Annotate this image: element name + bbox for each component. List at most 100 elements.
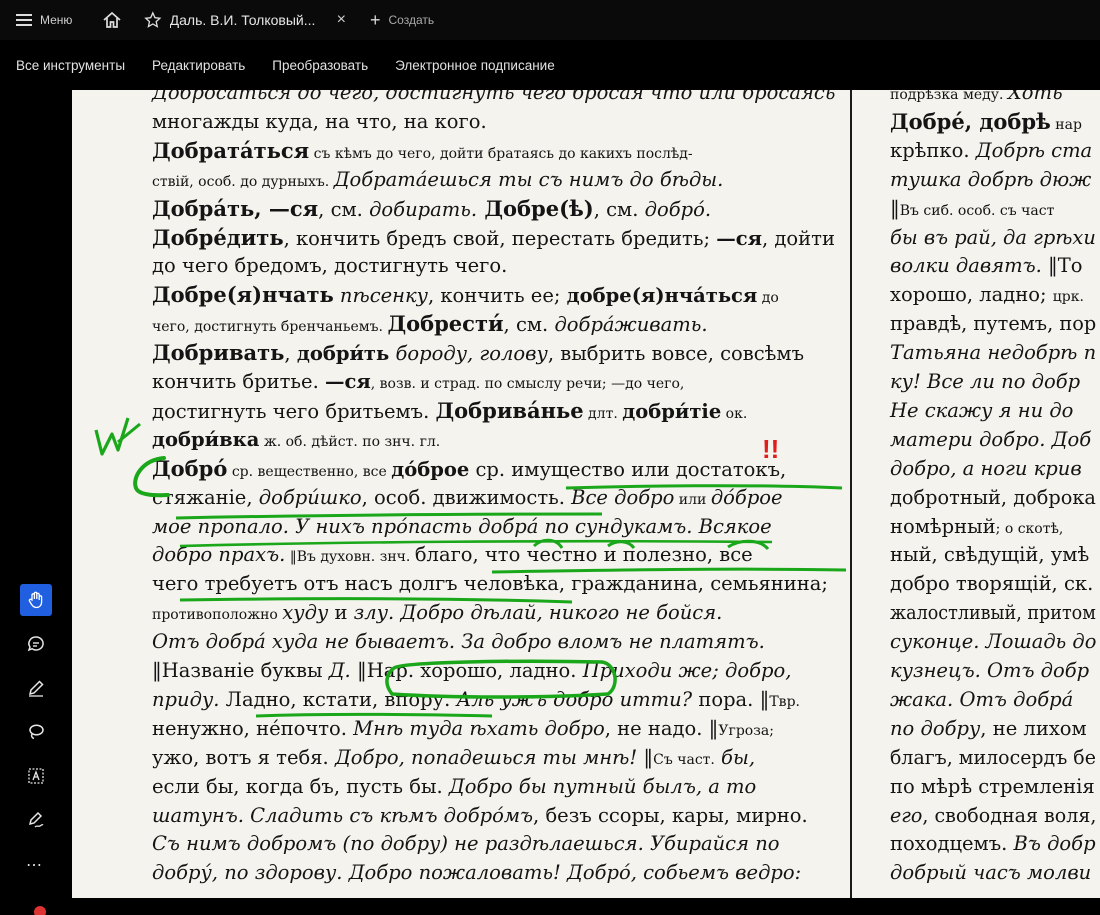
text-run: до (757, 290, 779, 307)
text-line: номѣрный; о скотѣ, (890, 512, 1063, 544)
ink-margin-mark (117, 422, 141, 444)
document-page: Добросаться до чего, достигнуть чего бро… (72, 90, 1100, 898)
text-run: до́брое (391, 457, 470, 481)
text-run: подрѣзка меду. (890, 90, 1008, 103)
text-run: , возв. и страд. по смыслу речи; —до чег… (370, 376, 685, 392)
text-run: добру́, по здорову. Добро пожаловать! До… (152, 861, 802, 885)
text-run: , см. (593, 197, 645, 221)
text-run: если бы, когда бъ, пусть бы. (152, 774, 449, 798)
text-run: добри́ть (296, 342, 390, 366)
text-line: добротный, доброка (890, 483, 1096, 512)
text-line: Добривать, добри́ть бороду, голову, выбр… (152, 338, 804, 368)
text-run: добрый часъ молви (890, 861, 1092, 885)
text-run: злу. Добро дѣлай, никого не бойся. (353, 601, 723, 625)
text-run: ствій, особ. до дурныхъ. (152, 173, 334, 190)
home-button[interactable] (90, 0, 134, 40)
text-run: Съ нимъ добромъ (по добру) не раздѣлаешь… (152, 832, 780, 856)
hand-tool-button[interactable] (20, 584, 52, 616)
text-line: добри́вка ж. об. дѣйст. по знч. гл. (152, 425, 440, 457)
text-run: до чего бредомъ, достигнуть чего. (152, 254, 508, 278)
text-run: чего, достигнуть бренчаньемъ. (152, 319, 388, 336)
text-run: , особ. движимость. (361, 485, 572, 509)
text-run: Угроза; (718, 722, 774, 739)
comment-tool-button[interactable] (20, 628, 52, 660)
text-run: , (284, 342, 297, 366)
text-run: , см. (503, 313, 555, 337)
text-run: кончить бритье. (152, 370, 325, 393)
text-run: ж. об. дѣйст. по знч. гл. (259, 433, 441, 450)
text-run: Татьяна недобрѣ п (890, 341, 1097, 365)
ink-margin-mark (94, 417, 130, 456)
text-run: съ кѣмъ до чего, дойти братаясь до каких… (309, 145, 693, 162)
text-line: Не скажу я ни до (890, 396, 1073, 425)
text-line: добру́, по здорову. Добро пожаловать! До… (152, 858, 801, 887)
text-run: добро, а ноги крив (890, 456, 1082, 480)
text-run: Добрата́ться (152, 137, 310, 163)
text-run: ‖Въ духовн. знч. (285, 549, 415, 566)
text-line: приду. Ладно, кстати, впору. Аль ужъ доб… (152, 685, 800, 717)
text-run: волки давятъ. (890, 254, 1042, 278)
text-run: , кончить бредъ свой, перестать бредить; (283, 226, 717, 250)
text-run: , кончить ее; (427, 284, 567, 308)
star-icon[interactable] (144, 11, 162, 29)
text-run: Въ сиб. (899, 202, 954, 219)
text-line: ‖Въ сиб. особ. съ част (890, 194, 1054, 226)
menu-button[interactable]: Меню (0, 0, 90, 40)
text-run: до́брое (710, 485, 783, 509)
text-line: ненужно, не́почто. Мнѣ туда ѣхать добро,… (152, 714, 774, 746)
more-tools-icon[interactable]: ⋯ (26, 855, 43, 875)
document-tab[interactable]: Даль. В.И. Толковый... × (134, 0, 356, 40)
text-line: шатунъ. Сладить съ кѣмъ добро́мъ, безъ с… (152, 801, 808, 830)
text-line: хорошо, ладно; црк. (890, 280, 1084, 312)
text-line: бы въ рай, да грѣхи (890, 223, 1096, 252)
text-run: ср. имущество или достатокъ, (469, 457, 787, 481)
lasso-tool-button[interactable] (20, 716, 52, 748)
left-tool-rail: ⋯ (0, 90, 72, 915)
sign-tool-button[interactable] (20, 804, 52, 836)
text-run: бы въ рай, да грѣхи (890, 225, 1096, 249)
text-box-tool-button[interactable] (20, 760, 52, 792)
text-run: или (674, 491, 711, 508)
plus-icon: + (370, 9, 381, 30)
menu-all-tools[interactable]: Все инструменты (16, 58, 125, 73)
text-line: если бы, когда бъ, пусть бы. Добро бы пу… (152, 772, 756, 801)
text-run: , выбрить вовсе, совсѣмъ (547, 342, 804, 366)
text-run: пѣсенку (333, 284, 428, 308)
text-run: ‖То (1041, 254, 1083, 278)
text-box-icon (28, 768, 44, 784)
text-run: шатунъ. Сладить съ кѣмъ добро́мъ (152, 803, 534, 827)
pencil-tool-button[interactable] (20, 672, 52, 704)
tab-bar: Меню Даль. В.И. Толковый... × + Создать (0, 0, 1100, 40)
text-run: ‖ (890, 196, 900, 220)
text-run: длт. (583, 405, 623, 422)
text-run: Съ част. (653, 751, 715, 768)
text-run: Добро́ (152, 455, 228, 481)
text-run: добре(я)нча́ться (566, 284, 758, 308)
create-button[interactable]: + Создать (370, 10, 434, 31)
text-line: чего требуетъ отъ насъ долгъ человѣка, г… (152, 569, 828, 598)
text-run: , см. (318, 197, 370, 221)
text-run: Отъ добра́ худа не бываетъ. За добро вло… (152, 630, 765, 654)
text-run: матери добро. Доб (890, 427, 1092, 451)
text-run: Д. (328, 659, 351, 682)
text-run: Аль ужъ добро итти? (456, 687, 693, 711)
text-run: благо, что честно и полезно, все (414, 543, 753, 567)
text-line: по мѣрѣ стремленія (890, 772, 1095, 801)
text-run: и (328, 601, 354, 625)
text-run: пора. ‖ (692, 687, 770, 711)
text-run: —ся (324, 370, 371, 393)
menu-edit[interactable]: Редактировать (152, 58, 245, 73)
text-line: Отъ добра́ худа не бываетъ. За добро вло… (152, 627, 765, 656)
text-line: мое пропало. У нихъ про́пасть добра́ по … (152, 512, 772, 541)
menu-convert[interactable]: Преобразовать (272, 58, 368, 73)
text-line: до чего бредомъ, достигнуть чего. (152, 251, 507, 280)
text-run: ок. (721, 405, 748, 422)
close-tab-icon[interactable]: × (337, 11, 346, 29)
text-run: правдѣ, путемъ, пор (890, 312, 1097, 336)
text-line: многажды куда, на что, на кого. (152, 107, 487, 136)
status-strip (0, 898, 1100, 915)
text-line: кончить бритье. —ся, возв. и страд. по с… (152, 367, 684, 399)
menu-e-sign[interactable]: Электронное подписание (395, 58, 555, 73)
text-line: добро творящій, ск. (890, 569, 1093, 598)
text-run: Добрести́ (387, 311, 504, 337)
